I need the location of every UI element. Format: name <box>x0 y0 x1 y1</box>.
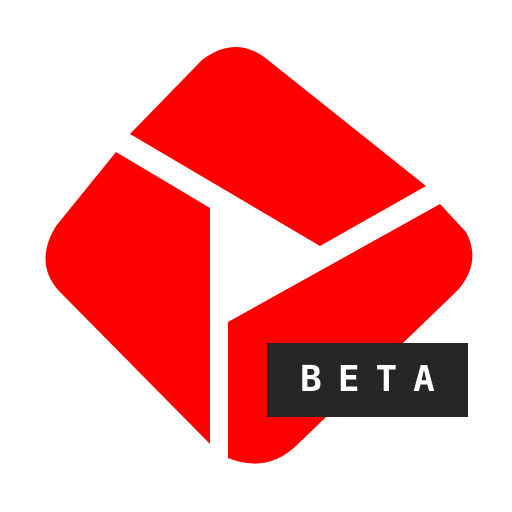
logo-segment-left <box>45 152 211 444</box>
play-triangle-diamond-icon <box>45 47 473 464</box>
beta-badge: BETA <box>267 343 468 417</box>
logo-segment-right <box>228 204 473 464</box>
beta-label: BETA <box>300 359 451 400</box>
app-icon: BETA <box>0 0 512 512</box>
